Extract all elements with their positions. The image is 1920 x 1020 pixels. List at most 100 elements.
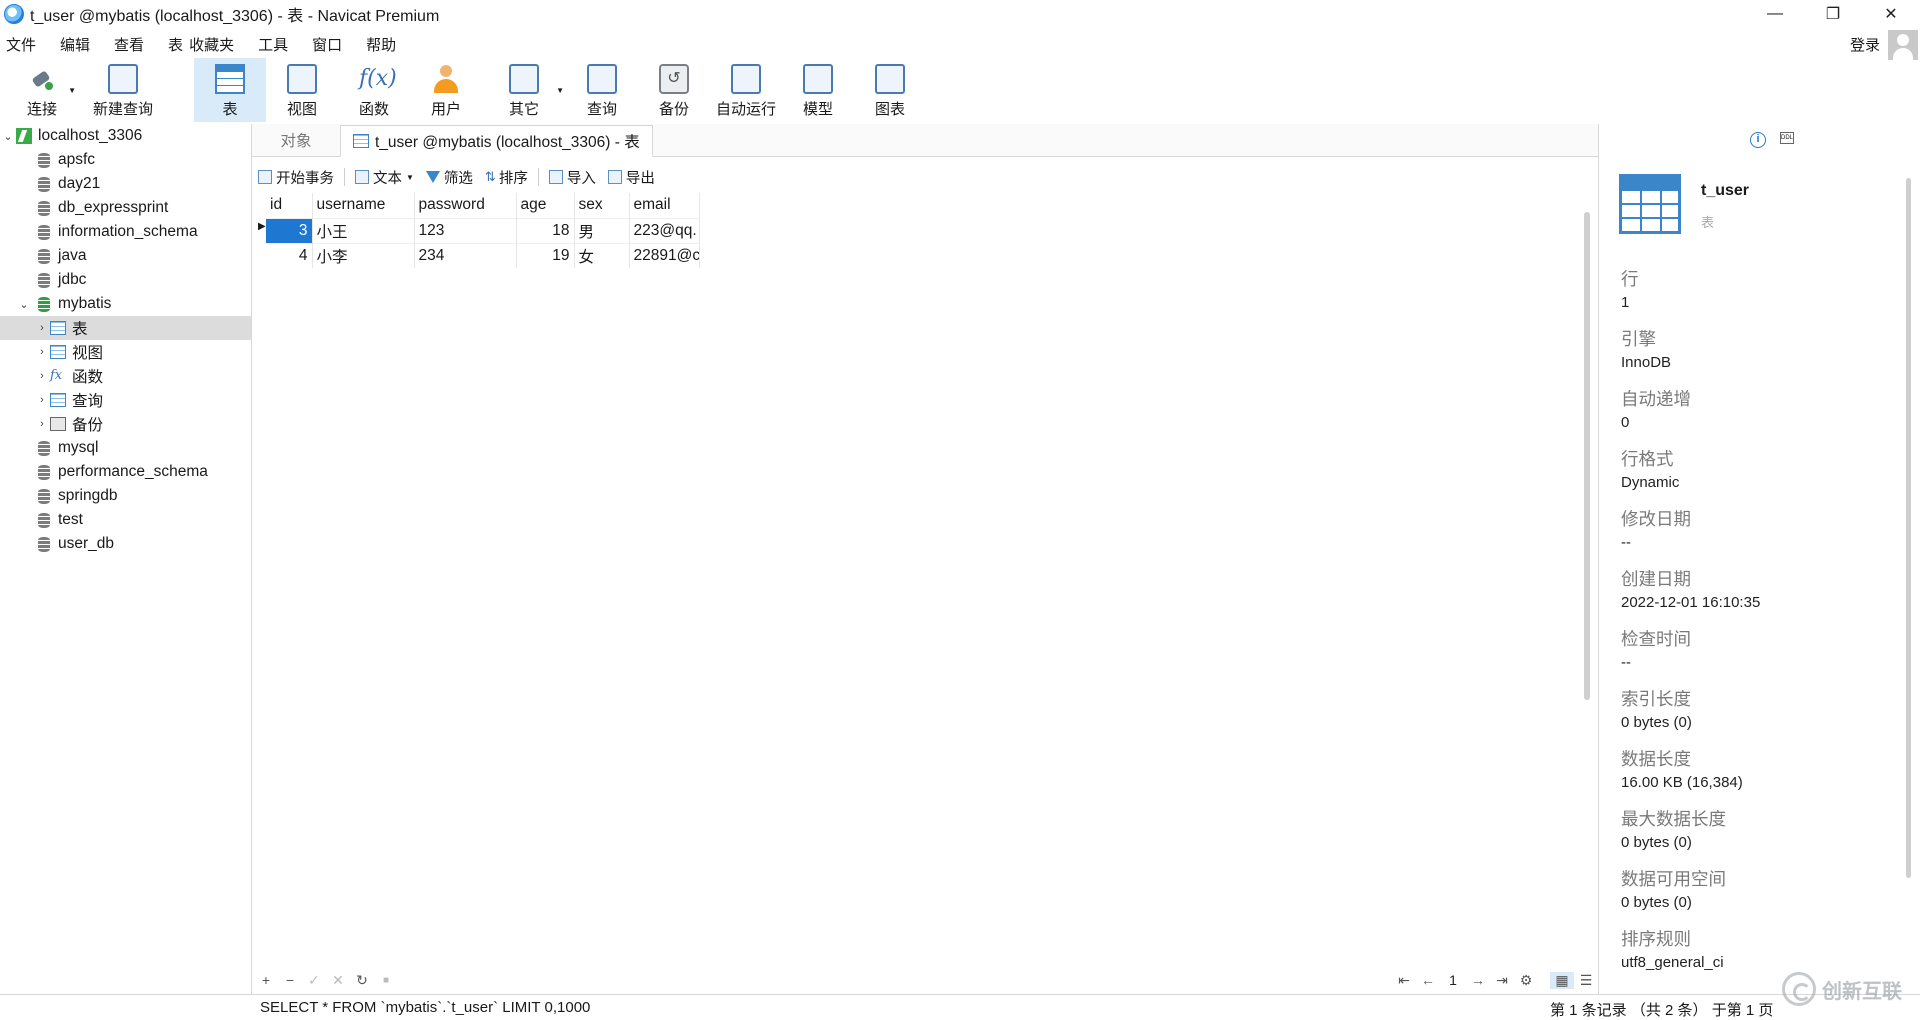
cell-password[interactable]: 123 xyxy=(414,217,517,243)
menu-window[interactable]: 窗口 xyxy=(300,34,354,55)
new-query-button[interactable]: 新建查询 xyxy=(78,58,168,122)
info-panel-scrollbar[interactable] xyxy=(1906,178,1911,878)
info-icon[interactable]: i xyxy=(1750,132,1766,148)
menu-tools[interactable]: 工具 xyxy=(246,34,300,55)
column-header-id[interactable]: id xyxy=(266,193,313,218)
tree-db-performance-schema[interactable]: performance_schema xyxy=(0,460,251,484)
minimize-button[interactable]: — xyxy=(1746,0,1804,28)
tree-db-information-schema[interactable]: information_schema xyxy=(0,220,251,244)
cell-password[interactable]: 234 xyxy=(414,242,517,268)
menu-file[interactable]: 文件 xyxy=(0,34,48,55)
chevron-right-icon[interactable]: › xyxy=(34,418,50,430)
cell-email[interactable]: 22891@c xyxy=(629,242,700,268)
form-view-icon[interactable]: ☰ xyxy=(1574,972,1598,989)
tree-db-mysql[interactable]: mysql xyxy=(0,436,251,460)
menu-table[interactable]: 表 xyxy=(156,34,187,55)
export-button[interactable]: 导出 xyxy=(607,167,655,188)
login-link[interactable]: 登录 xyxy=(1850,34,1880,55)
model-button[interactable]: 模型 xyxy=(782,58,854,122)
refresh-button[interactable]: ↻ xyxy=(350,972,374,989)
tree-db-springdb[interactable]: springdb xyxy=(0,484,251,508)
connect-button[interactable]: 连接 ▼ xyxy=(6,58,78,122)
column-header-email[interactable]: email xyxy=(629,193,700,218)
tree-db-user-db[interactable]: user_db xyxy=(0,532,251,556)
tree-db-java[interactable]: java xyxy=(0,244,251,268)
tab-objects[interactable]: 对象 xyxy=(252,124,340,156)
ddl-icon[interactable]: DDL xyxy=(1780,132,1794,144)
discard-changes-button[interactable]: ✕ xyxy=(326,972,350,989)
prev-page-button[interactable]: ← xyxy=(1416,972,1440,988)
function-button[interactable]: f(x) 函数 xyxy=(338,58,410,122)
menu-edit[interactable]: 编辑 xyxy=(48,34,102,55)
page-number-input[interactable]: 1 xyxy=(1440,972,1466,988)
connect-dropdown-icon[interactable]: ▼ xyxy=(68,86,76,95)
table-row[interactable]: 4 小李 234 19 女 22891@c xyxy=(266,242,700,268)
tab-t-user[interactable]: t_user @mybatis (localhost_3306) - 表 xyxy=(340,125,653,157)
tree-db-db-expressprint[interactable]: db_expressprint xyxy=(0,196,251,220)
tree-db-day21[interactable]: day21 xyxy=(0,172,251,196)
column-header-username[interactable]: username xyxy=(312,193,415,218)
chart-button[interactable]: 图表 xyxy=(854,58,926,122)
tree-db-test[interactable]: test xyxy=(0,508,251,532)
grid-view-icon[interactable]: ▦ xyxy=(1550,971,1574,989)
cell-sex[interactable]: 男 xyxy=(574,217,630,243)
next-page-button[interactable]: → xyxy=(1466,972,1490,988)
sort-button[interactable]: ⇅ 排序 xyxy=(485,167,528,188)
tree-mybatis-tables[interactable]: › 表 xyxy=(0,316,251,340)
backup-button[interactable]: ↺ 备份 xyxy=(638,58,710,122)
view-button[interactable]: 视图 xyxy=(266,58,338,122)
cell-username[interactable]: 小李 xyxy=(312,242,415,268)
text-dropdown-icon[interactable]: ▼ xyxy=(406,173,414,182)
text-view-button[interactable]: 文本 ▼ xyxy=(355,167,414,188)
chevron-down-icon[interactable]: ⌄ xyxy=(16,298,32,311)
filter-button[interactable]: 筛选 xyxy=(425,167,473,188)
grid-vertical-scrollbar[interactable] xyxy=(1584,212,1590,700)
cell-id[interactable]: 3 xyxy=(266,217,313,243)
property-rows: 行 1 xyxy=(1621,266,1901,326)
table-button[interactable]: 表 xyxy=(194,58,266,122)
import-button[interactable]: 导入 xyxy=(548,167,596,188)
cell-age[interactable]: 19 xyxy=(516,242,575,268)
tree-mybatis-functions[interactable]: › fx 函数 xyxy=(0,364,251,388)
column-header-sex[interactable]: sex xyxy=(574,193,630,218)
stop-button[interactable]: ■ xyxy=(374,975,398,986)
add-record-button[interactable]: + xyxy=(254,972,278,988)
close-button[interactable]: ✕ xyxy=(1862,0,1920,28)
column-header-age[interactable]: age xyxy=(516,193,575,218)
begin-transaction-button[interactable]: 开始事务 xyxy=(258,167,334,188)
tree-mybatis-queries[interactable]: › 查询 xyxy=(0,388,251,412)
first-page-button[interactable]: ⇤ xyxy=(1392,972,1416,989)
query-button[interactable]: 查询 xyxy=(566,58,638,122)
delete-record-button[interactable]: − xyxy=(278,972,302,988)
column-header-password[interactable]: password xyxy=(414,193,517,218)
tree-connection[interactable]: ⌄ localhost_3306 xyxy=(0,124,251,148)
other-button[interactable]: 其它 ▼ xyxy=(482,58,566,122)
chevron-right-icon[interactable]: › xyxy=(34,394,50,406)
pager-settings-button[interactable]: ⚙ xyxy=(1514,972,1538,989)
menu-help[interactable]: 帮助 xyxy=(354,34,408,55)
tree-db-apsfc[interactable]: apsfc xyxy=(0,148,251,172)
menu-favorites[interactable]: 收藏夹 xyxy=(187,34,246,55)
user-button[interactable]: 用户 xyxy=(410,58,482,122)
tree-db-mybatis[interactable]: ⌄ mybatis xyxy=(0,292,251,316)
cell-id[interactable]: 4 xyxy=(266,242,313,268)
table-row[interactable]: 3 小王 123 18 男 223@qq. xyxy=(266,217,700,243)
cell-email[interactable]: 223@qq. xyxy=(629,217,700,243)
tree-mybatis-views[interactable]: › 视图 xyxy=(0,340,251,364)
user-avatar-icon[interactable] xyxy=(1888,30,1918,60)
tree-mybatis-backups[interactable]: › 备份 xyxy=(0,412,251,436)
chevron-right-icon[interactable]: › xyxy=(34,322,50,334)
cell-username[interactable]: 小王 xyxy=(312,217,415,243)
maximize-button[interactable]: ❐ xyxy=(1804,0,1862,28)
cell-age[interactable]: 18 xyxy=(516,217,575,243)
menu-view[interactable]: 查看 xyxy=(102,34,156,55)
apply-changes-button[interactable]: ✓ xyxy=(302,972,326,989)
auto-run-button[interactable]: 自动运行 xyxy=(710,58,782,122)
chevron-down-icon[interactable]: ⌄ xyxy=(0,130,16,143)
cell-sex[interactable]: 女 xyxy=(574,242,630,268)
chevron-right-icon[interactable]: › xyxy=(34,370,50,382)
last-page-button[interactable]: ⇥ xyxy=(1490,972,1514,989)
tree-db-jdbc[interactable]: jdbc xyxy=(0,268,251,292)
other-dropdown-icon[interactable]: ▼ xyxy=(556,86,564,95)
chevron-right-icon[interactable]: › xyxy=(34,346,50,358)
